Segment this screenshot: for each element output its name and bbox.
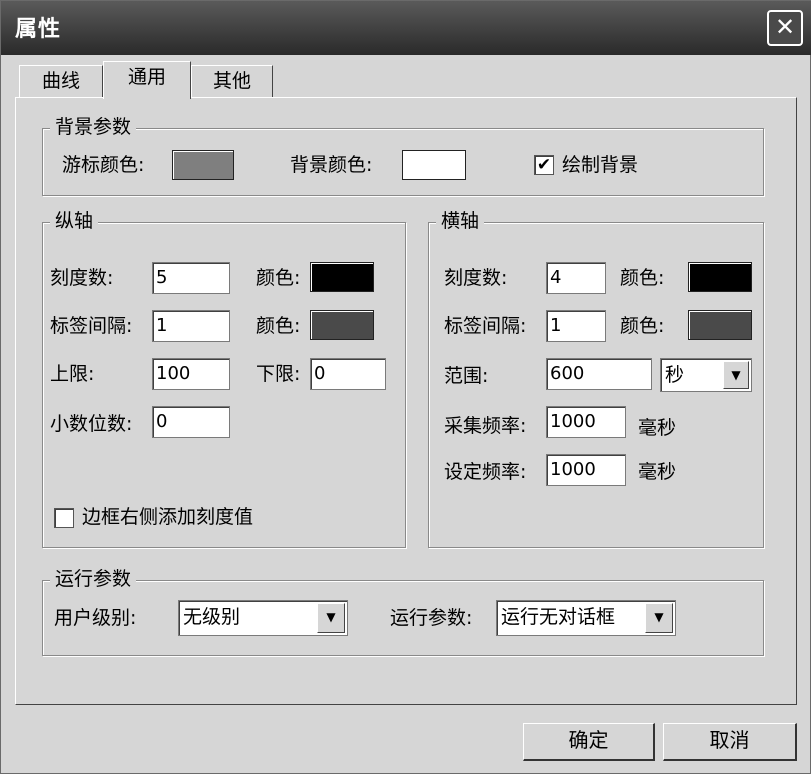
v-decimals-label: 小数位数: [50, 413, 133, 435]
cancel-button-label: 取消 [709, 728, 750, 752]
run-param-select[interactable]: 运行无对话框 ▼ [496, 600, 676, 636]
dropdown-arrow-icon[interactable]: ▼ [317, 603, 345, 633]
h-color2-swatch[interactable] [688, 310, 752, 340]
h-color2-label: 颜色: [620, 315, 665, 337]
tab-curve[interactable]: 曲线 [19, 65, 103, 97]
tab-panel: 背景参数 游标颜色: 背景颜色: ✔ 绘制背景 纵轴 刻度数: 5 颜色: 标签… [15, 97, 797, 705]
h-interval-input[interactable]: 1 [546, 310, 606, 342]
tab-general[interactable]: 通用 [103, 61, 191, 99]
h-set-label: 设定频率: [444, 461, 527, 483]
window-title: 属性 [15, 17, 62, 42]
properties-dialog: 属性 ✕ 曲线 通用 其他 背景参数 游标颜色: 背景颜色: ✔ 绘制背景 纵轴… [0, 0, 811, 774]
h-sample-unit: 毫秒 [638, 417, 677, 439]
background-color-swatch[interactable] [402, 150, 466, 180]
v-color2-swatch[interactable] [310, 310, 374, 340]
tab-label: 其他 [212, 70, 251, 92]
v-interval-input[interactable]: 1 [152, 310, 230, 342]
h-interval-label: 标签间隔: [444, 315, 527, 337]
ok-button[interactable]: 确定 [523, 723, 655, 761]
cancel-button[interactable]: 取消 [663, 723, 797, 761]
close-icon: ✕ [774, 13, 796, 41]
user-level-select[interactable]: 无级别 ▼ [178, 600, 348, 636]
horizontal-axis-legend: 横轴 [436, 210, 485, 232]
v-lower-label: 下限: [256, 363, 301, 385]
h-sample-label: 采集频率: [444, 415, 527, 437]
background-legend: 背景参数 [50, 116, 137, 138]
h-ticks-label: 刻度数: [444, 267, 508, 289]
v-color1-label: 颜色: [256, 267, 301, 289]
v-color2-label: 颜色: [256, 315, 301, 337]
v-interval-label: 标签间隔: [50, 315, 133, 337]
h-set-input[interactable]: 1000 [546, 454, 626, 486]
title-bar: 属性 ✕ [1, 1, 811, 55]
run-param-label: 运行参数: [390, 607, 473, 629]
border-ticks-checkbox[interactable] [54, 508, 74, 528]
checkmark-icon: ✔ [536, 155, 552, 175]
user-level-label: 用户级别: [54, 607, 137, 629]
background-color-label: 背景颜色: [290, 154, 373, 176]
tab-label: 曲线 [41, 70, 80, 92]
dropdown-arrow-icon[interactable]: ▼ [723, 361, 749, 389]
v-decimals-input[interactable]: 0 [152, 406, 230, 438]
v-ticks-input[interactable]: 5 [152, 262, 230, 294]
close-button[interactable]: ✕ [767, 10, 803, 46]
border-ticks-label: 边框右侧添加刻度值 [82, 506, 254, 528]
v-lower-input[interactable]: 0 [310, 358, 386, 390]
h-color1-swatch[interactable] [688, 262, 752, 292]
v-ticks-label: 刻度数: [50, 267, 114, 289]
h-range-label: 范围: [444, 365, 489, 387]
tab-label: 通用 [127, 66, 166, 88]
draw-background-checkbox[interactable]: ✔ [534, 155, 554, 175]
v-upper-label: 上限: [50, 363, 95, 385]
user-level-value: 无级别 [183, 606, 241, 628]
tab-other[interactable]: 其他 [191, 65, 273, 97]
draw-background-label: 绘制背景 [562, 154, 639, 176]
h-range-unit-select[interactable]: 秒 ▼ [660, 358, 752, 392]
dropdown-arrow-icon[interactable]: ▼ [645, 603, 673, 633]
h-range-input[interactable]: 600 [546, 358, 652, 390]
ok-button-label: 确定 [568, 728, 609, 752]
v-upper-input[interactable]: 100 [152, 358, 230, 390]
h-ticks-input[interactable]: 4 [546, 262, 606, 294]
cursor-color-label: 游标颜色: [62, 154, 145, 176]
run-param-value: 运行无对话框 [501, 606, 616, 628]
run-params-legend: 运行参数 [50, 568, 137, 590]
h-color1-label: 颜色: [620, 267, 665, 289]
cursor-color-swatch[interactable] [172, 150, 234, 180]
v-color1-swatch[interactable] [310, 262, 374, 292]
vertical-axis-legend: 纵轴 [50, 210, 99, 232]
h-set-unit: 毫秒 [638, 461, 677, 483]
h-sample-input[interactable]: 1000 [546, 406, 626, 438]
h-range-unit-value: 秒 [665, 364, 685, 386]
